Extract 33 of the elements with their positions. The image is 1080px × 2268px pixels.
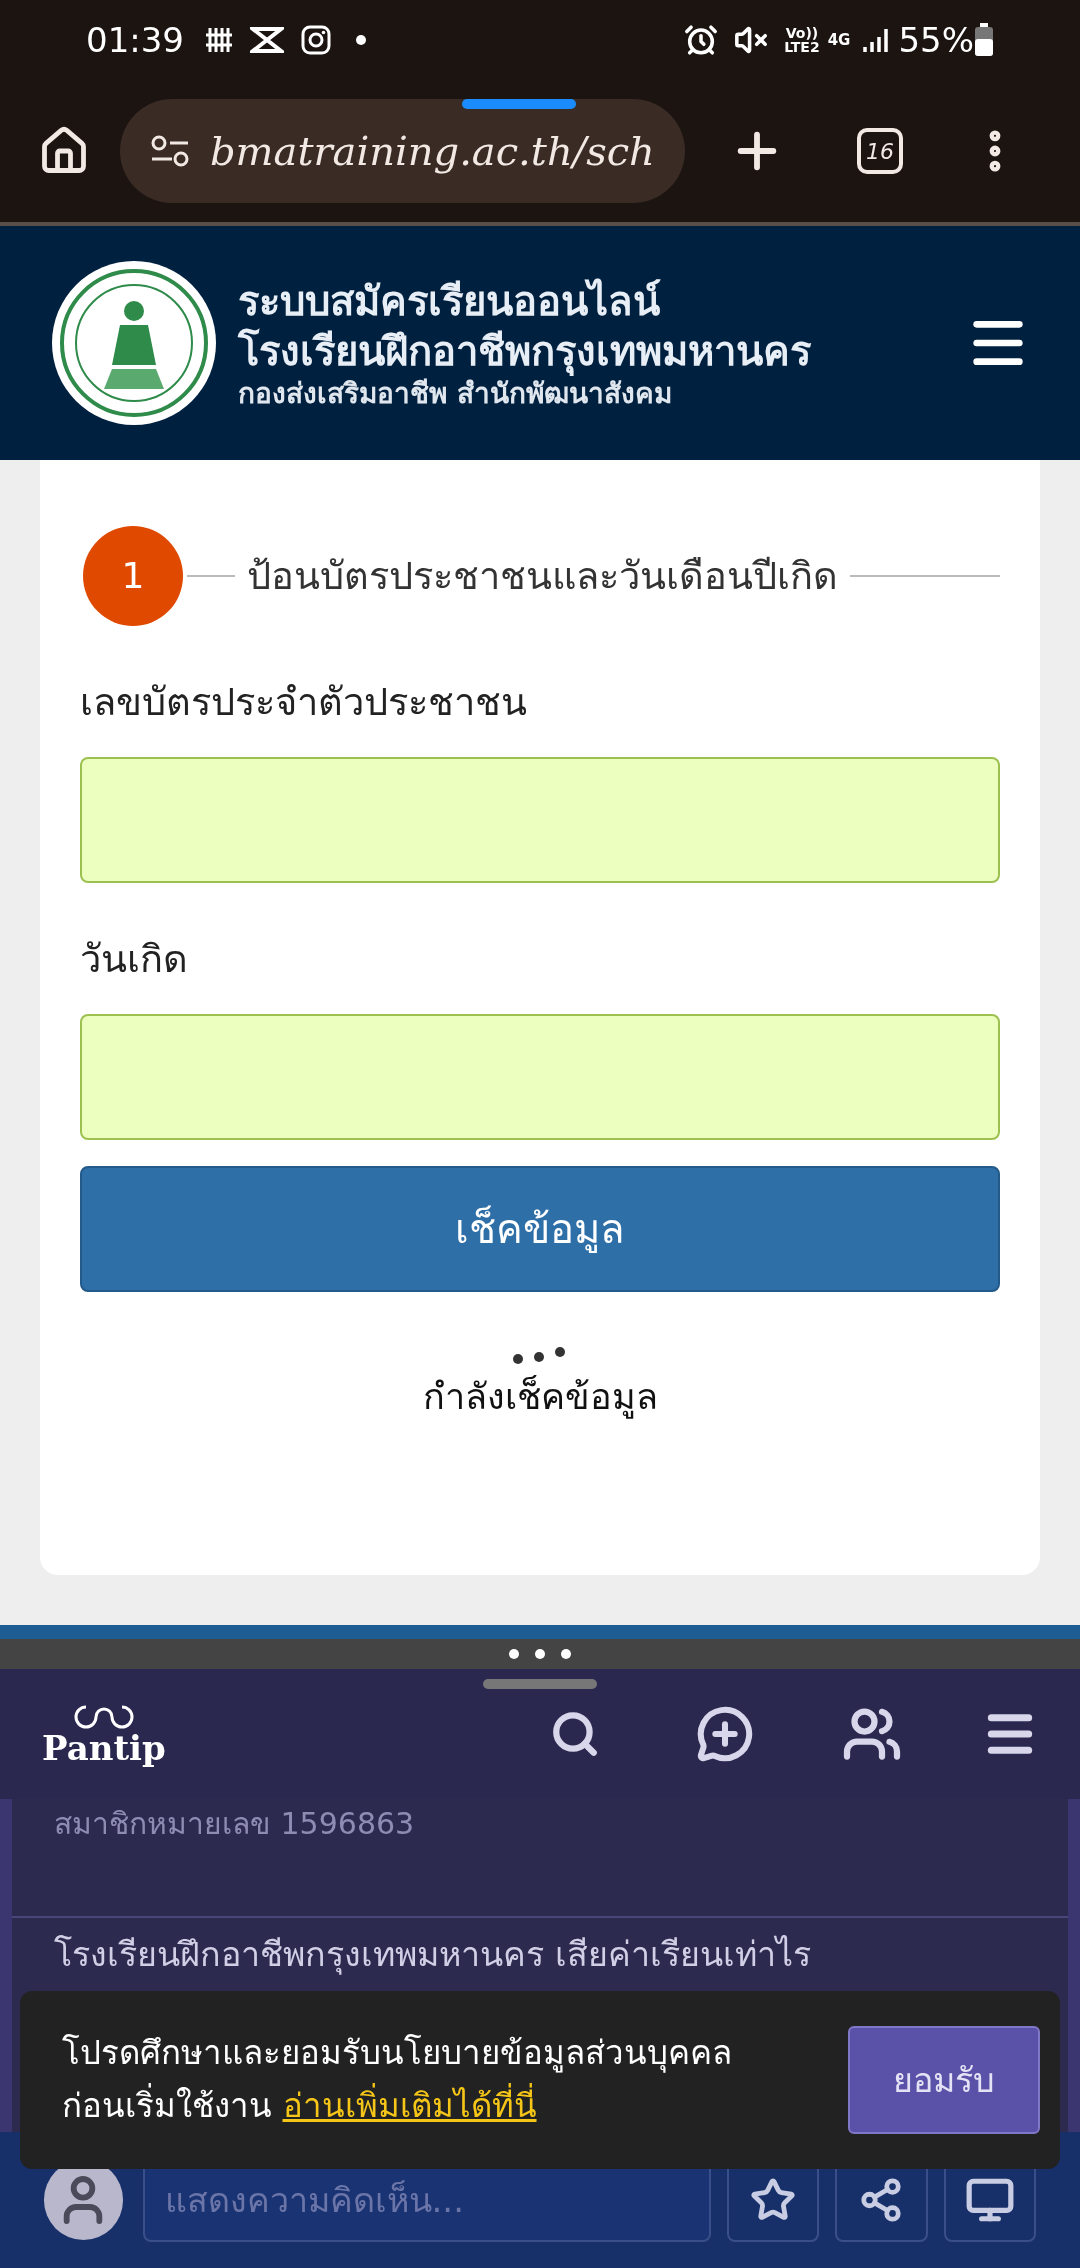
accept-button[interactable]: ยอมรับ bbox=[848, 2026, 1040, 2134]
camera-icon bbox=[300, 24, 332, 56]
clock-time: 01:39 bbox=[86, 18, 184, 62]
loading-icon bbox=[512, 1346, 568, 1366]
signal-icon bbox=[862, 26, 891, 54]
member-number: สมาชิกหมายเลข 1596863 bbox=[53, 1805, 416, 1843]
volte-label: Vo)) bbox=[785, 26, 819, 40]
department-name: กองส่งเสริมอาชีพ สำนักพัฒนาสังคม bbox=[238, 376, 672, 411]
field-label: วันเกิด bbox=[80, 936, 189, 983]
loading-text: กำลังเช็คข้อมูล bbox=[422, 1374, 658, 1421]
lte-label: LTE2 bbox=[784, 40, 820, 54]
topic-title: โรงเรียนฝึกอาชีพกรุงเทพมหานคร เสียค่าเรียนเท่าไร bbox=[53, 1933, 812, 1977]
input-field[interactable] bbox=[80, 757, 1000, 883]
new-post-icon[interactable] bbox=[696, 1705, 754, 1763]
pantip-logo: Pantip bbox=[42, 1731, 166, 1765]
alarm-icon bbox=[684, 23, 719, 57]
battery-icon bbox=[974, 23, 994, 57]
input-field[interactable] bbox=[80, 1014, 1000, 1140]
step-title: ป้อนบัตรประชาชนและวันเดือนปีเกิด bbox=[247, 552, 838, 600]
search-icon[interactable] bbox=[550, 1709, 600, 1759]
check-button[interactable]: เช็คข้อมูล bbox=[80, 1166, 1000, 1292]
drag-handle[interactable] bbox=[509, 1649, 571, 1659]
field-label: เลขบัตรประจำตัวประชาชน bbox=[80, 679, 528, 726]
network-label: 4G bbox=[827, 32, 851, 48]
tab-count[interactable]: 16 bbox=[857, 128, 903, 174]
battery-percent: 55% bbox=[898, 18, 974, 62]
emblem-icon bbox=[50, 259, 218, 427]
settings-icon[interactable] bbox=[150, 134, 190, 168]
cookie-message: โปรดศึกษาและยอมรับนโยบายข้อมูลส่วนบุคคล ก่อนเริ่มใช้งาน อ่านเพิ่มเติมได้ที่นี่ bbox=[62, 2032, 733, 2127]
grid-icon bbox=[204, 25, 234, 55]
site-title: ระบบสมัครเรียนออนไลน์ bbox=[238, 276, 662, 326]
step-number: 1 bbox=[83, 526, 183, 626]
star-icon bbox=[750, 2177, 797, 2223]
